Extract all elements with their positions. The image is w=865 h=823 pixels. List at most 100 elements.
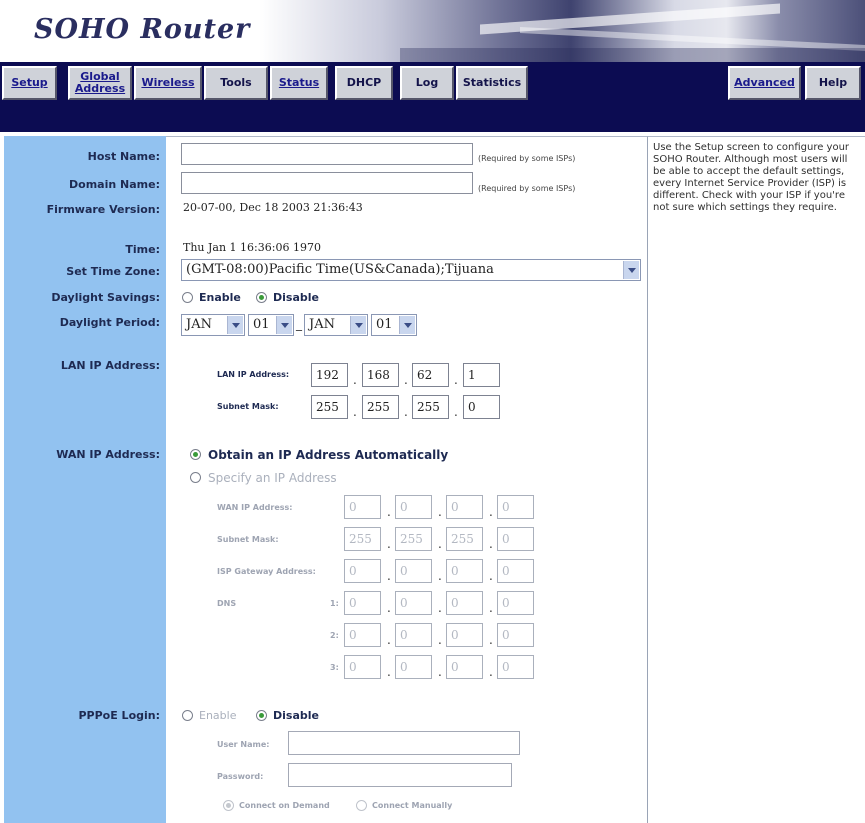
octet-dot: . [489, 505, 493, 519]
pppoe-disable-radio[interactable] [256, 710, 267, 721]
wan-ip-sublabel: WAN IP Address: [217, 503, 293, 512]
wan-mask-octet-4[interactable] [497, 527, 534, 551]
wan-dns2-octet-4[interactable] [497, 623, 534, 647]
octet-dot: . [438, 601, 442, 615]
start-day-select[interactable]: 01 [248, 314, 294, 336]
connect-manually-radio[interactable] [356, 800, 367, 811]
pppoe-password-label: Password: [217, 772, 264, 781]
end-day-select[interactable]: 01 [371, 314, 417, 336]
top-nav: Setup Global Address Wireless Tools Stat… [0, 62, 865, 132]
octet-dot: . [404, 405, 408, 419]
wan-dns3-octet-4[interactable] [497, 655, 534, 679]
octet-dot: . [387, 665, 391, 679]
wan-ip-address-label: WAN IP Address: [56, 448, 160, 461]
pppoe-login-label: PPPoE Login: [78, 709, 160, 722]
wan-dns2-sublabel: 2: [330, 631, 339, 640]
daylight-savings-label: Daylight Savings: [51, 291, 160, 304]
octet-dot: . [353, 405, 357, 419]
lan-mask-octet-1[interactable] [311, 395, 348, 419]
octet-dot: . [489, 665, 493, 679]
nav-setup[interactable]: Setup [2, 66, 57, 100]
banner-streak [400, 48, 865, 62]
time-value: Thu Jan 1 16:36:06 1970 [183, 241, 321, 254]
nav-advanced[interactable]: Advanced [728, 66, 801, 100]
host-name-input[interactable] [181, 143, 473, 165]
setup-form: (Required by some ISPs) (Required by som… [166, 136, 647, 823]
nav-help[interactable]: Help [805, 66, 861, 100]
wan-ip-octet-3[interactable] [446, 495, 483, 519]
wan-ip-octet-2[interactable] [395, 495, 432, 519]
wan-specify-radio[interactable] [190, 472, 201, 483]
lan-ip-octet-3[interactable] [412, 363, 449, 387]
connect-on-demand-radio[interactable] [223, 800, 234, 811]
wan-gateway-octet-4[interactable] [497, 559, 534, 583]
lan-ip-octet-4[interactable] [463, 363, 500, 387]
nav-advanced-label: Advanced [734, 76, 795, 89]
end-month-select[interactable]: JAN [304, 314, 368, 336]
lan-mask-octet-3[interactable] [412, 395, 449, 419]
wan-ip-octet-1[interactable] [344, 495, 381, 519]
pppoe-enable-radio[interactable] [182, 710, 193, 721]
domain-name-input[interactable] [181, 172, 473, 194]
nav-global-address[interactable]: Global Address [68, 66, 132, 100]
daylight-disable-radio[interactable] [256, 292, 267, 303]
set-time-zone-label: Set Time Zone: [66, 265, 160, 278]
wan-mask-octet-2[interactable] [395, 527, 432, 551]
chevron-down-icon [399, 316, 415, 334]
octet-dot: . [387, 505, 391, 519]
pppoe-password-input[interactable] [288, 763, 512, 787]
chevron-down-icon [623, 261, 639, 279]
wan-mask-octet-1[interactable] [344, 527, 381, 551]
lan-mask-octet-2[interactable] [362, 395, 399, 419]
wan-ip-octet-4[interactable] [497, 495, 534, 519]
octet-dot: . [489, 569, 493, 583]
time-zone-select[interactable]: (GMT-08:00)Pacific Time(US&Canada);Tijua… [181, 259, 641, 281]
start-month-select[interactable]: JAN [181, 314, 245, 336]
wan-dns3-octet-2[interactable] [395, 655, 432, 679]
octet-dot: . [438, 505, 442, 519]
wan-dns3-octet-3[interactable] [446, 655, 483, 679]
connect-on-demand-label: Connect on Demand [239, 801, 330, 810]
wan-obtain-auto-radio[interactable] [190, 449, 201, 460]
wan-mask-octet-3[interactable] [446, 527, 483, 551]
connect-manually-label: Connect Manually [372, 801, 453, 810]
wan-gateway-octet-1[interactable] [344, 559, 381, 583]
octet-dot: . [438, 633, 442, 647]
daylight-enable-radio[interactable] [182, 292, 193, 303]
nav-tools[interactable]: Tools [204, 66, 268, 100]
octet-dot: . [438, 569, 442, 583]
octet-dot: . [387, 537, 391, 551]
wan-dns3-octet-1[interactable] [344, 655, 381, 679]
wan-dns1-octet-1[interactable] [344, 591, 381, 615]
lan-mask-sublabel: Subnet Mask: [217, 402, 279, 411]
nav-log-label: Log [415, 76, 439, 89]
wan-dns2-octet-1[interactable] [344, 623, 381, 647]
octet-dot: . [404, 373, 408, 387]
wan-dns1-octet-3[interactable] [446, 591, 483, 615]
chevron-down-icon [227, 316, 243, 334]
wan-gateway-octet-3[interactable] [446, 559, 483, 583]
wan-dns1-octet-2[interactable] [395, 591, 432, 615]
wan-dns2-octet-2[interactable] [395, 623, 432, 647]
octet-dot: . [438, 665, 442, 679]
nav-wireless[interactable]: Wireless [134, 66, 202, 100]
start-month-value: JAN [186, 317, 212, 332]
wan-dns2-octet-3[interactable] [446, 623, 483, 647]
pppoe-user-name-input[interactable] [288, 731, 520, 755]
nav-global-address-label: Global Address [74, 70, 126, 95]
nav-log[interactable]: Log [400, 66, 454, 100]
lan-ip-octet-1[interactable] [311, 363, 348, 387]
lan-ip-octet-2[interactable] [362, 363, 399, 387]
lan-mask-octet-4[interactable] [463, 395, 500, 419]
octet-dot: . [387, 633, 391, 647]
wan-dns1-octet-4[interactable] [497, 591, 534, 615]
nav-statistics[interactable]: Statistics [456, 66, 528, 100]
wan-gateway-octet-2[interactable] [395, 559, 432, 583]
header-banner: SOHO Router [0, 0, 865, 62]
octet-dot: . [454, 405, 458, 419]
host-name-note: (Required by some ISPs) [478, 154, 576, 163]
nav-status[interactable]: Status [270, 66, 328, 100]
domain-name-label: Domain Name: [69, 178, 160, 191]
help-panel: Use the Setup screen to configure your S… [647, 136, 865, 823]
nav-dhcp[interactable]: DHCP [335, 66, 393, 100]
